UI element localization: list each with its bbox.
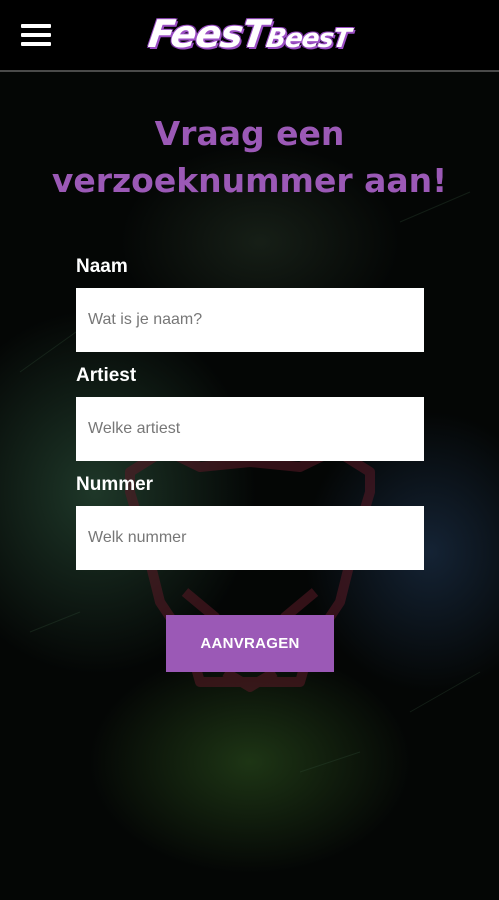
request-button[interactable]: AANVRAGEN bbox=[166, 615, 334, 672]
artist-input[interactable] bbox=[76, 397, 424, 461]
feestbeest-logo[interactable]: FeesTBeesT bbox=[134, 6, 366, 62]
song-input[interactable] bbox=[76, 506, 424, 570]
name-label: Naam bbox=[76, 256, 128, 277]
artist-label: Artiest bbox=[76, 365, 137, 386]
menu-bar bbox=[21, 42, 51, 46]
hamburger-menu-icon[interactable] bbox=[16, 18, 56, 52]
logo-text: FeesTBeesT bbox=[146, 12, 353, 56]
menu-bar bbox=[21, 24, 51, 28]
name-input[interactable] bbox=[76, 288, 424, 352]
song-label: Nummer bbox=[76, 474, 154, 495]
page-title: Vraag een verzoeknummer aan! bbox=[51, 114, 448, 200]
menu-bar bbox=[21, 33, 51, 37]
app-header: FeesTBeesT bbox=[0, 0, 499, 72]
